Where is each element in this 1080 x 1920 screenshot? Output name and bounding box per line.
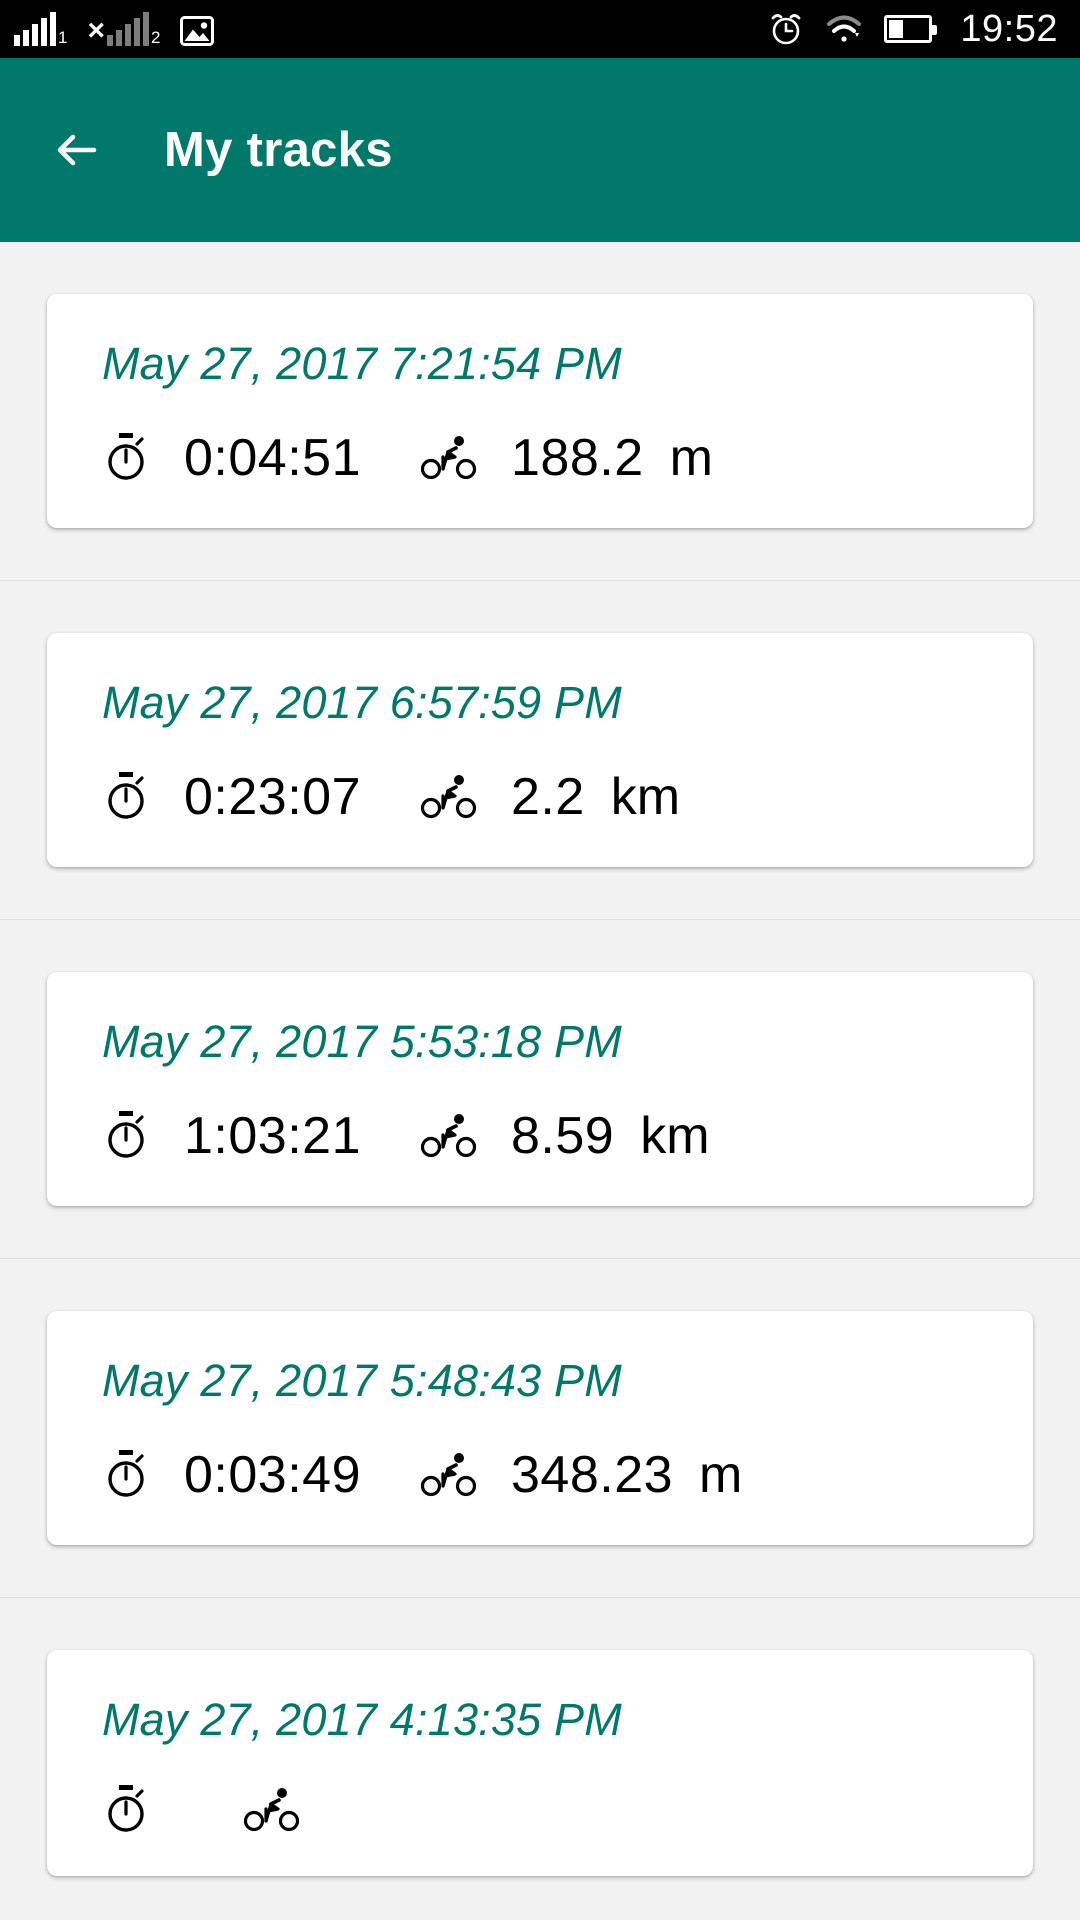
track-date: May 27, 2017 4:13:35 PM [102,1694,622,1745]
stopwatch-icon [102,432,150,484]
track-card[interactable]: May 27, 2017 7:21:54 PM 0:04:51 188.2 m [47,294,1033,528]
bicycle-icon [243,1787,300,1833]
stopwatch-icon [102,1449,150,1501]
distance-unit: km [610,768,681,826]
track-stats: 0:03:49 348.23 m [47,1445,1033,1505]
distance-unit: km [640,1107,710,1165]
duration-value: 0:04:51 [184,429,361,487]
bicycle-icon [420,435,477,481]
bicycle-icon [420,774,477,820]
track-distance: 8.59 km [420,1106,710,1166]
bicycle-icon [420,1113,477,1159]
track-list[interactable]: May 27, 2017 7:21:54 PM 0:04:51 188.2 m … [0,242,1080,1920]
track-duration: 1:03:21 [102,1106,361,1166]
distance-value: 8.59 [511,1107,615,1165]
track-card[interactable]: May 27, 2017 4:13:35 PM [47,1650,1033,1876]
list-item[interactable]: May 27, 2017 4:13:35 PM [0,1598,1080,1876]
track-duration [102,1784,184,1836]
distance-unit: m [699,1446,743,1504]
alarm-icon [768,11,804,47]
track-duration: 0:03:49 [102,1445,361,1505]
track-stats: 0:04:51 188.2 m [47,428,1033,488]
distance-value: 2.2 [511,768,585,826]
status-bar-clock: 19:52 [960,7,1058,50]
stopwatch-icon [102,1110,150,1162]
signal-sim2-icon: × 2 [87,12,160,46]
distance-value: 188.2 [511,429,644,487]
stopwatch-icon [102,771,150,823]
page-title: My tracks [164,123,393,177]
list-item[interactable]: May 27, 2017 6:57:59 PM 0:23:07 2.2 km [0,581,1080,920]
track-distance: 348.23 m [420,1445,743,1505]
back-arrow-icon[interactable] [48,121,106,179]
app-bar: My tracks [0,58,1080,242]
duration-value: 1:03:21 [184,1107,361,1165]
wifi-icon [826,13,862,45]
list-item[interactable]: May 27, 2017 5:48:43 PM 0:03:49 348.23 m [0,1259,1080,1598]
track-date: May 27, 2017 6:57:59 PM [102,677,622,728]
track-distance: 2.2 km [420,767,681,827]
track-duration: 0:04:51 [102,428,361,488]
distance-unit: m [669,429,713,487]
track-card[interactable]: May 27, 2017 5:53:18 PM 1:03:21 8.59 km [47,972,1033,1206]
status-bar: 1 × 2 19:52 [0,0,1080,58]
list-item[interactable]: May 27, 2017 7:21:54 PM 0:04:51 188.2 m [0,242,1080,581]
track-card[interactable]: May 27, 2017 5:48:43 PM 0:03:49 348.23 m [47,1311,1033,1545]
sim1-label: 1 [58,28,68,47]
track-date: May 27, 2017 5:53:18 PM [102,1016,622,1067]
battery-icon [884,15,938,43]
track-stats: 1:03:21 8.59 km [47,1106,1033,1166]
sim2-label: 2 [151,28,161,47]
track-date: May 27, 2017 7:21:54 PM [102,338,622,389]
track-duration: 0:23:07 [102,767,361,827]
bicycle-icon [420,1452,477,1498]
photo-icon [180,16,215,46]
track-date: May 27, 2017 5:48:43 PM [102,1355,622,1406]
distance-value: 348.23 [511,1446,674,1504]
status-bar-right-icons: 19:52 [768,8,1058,51]
track-distance [243,1787,360,1833]
sim2-x-mark: × [87,14,105,47]
track-stats: 0:23:07 2.2 km [47,767,1033,827]
track-stats [47,1784,1033,1836]
duration-value: 0:03:49 [184,1446,361,1504]
list-item[interactable]: May 27, 2017 5:53:18 PM 1:03:21 8.59 km [0,920,1080,1259]
signal-sim1-icon: 1 [14,12,67,46]
track-card[interactable]: May 27, 2017 6:57:59 PM 0:23:07 2.2 km [47,633,1033,867]
status-bar-left-icons: 1 × 2 [14,12,215,46]
track-distance: 188.2 m [420,428,713,488]
duration-value: 0:23:07 [184,768,361,826]
stopwatch-icon [102,1784,150,1836]
